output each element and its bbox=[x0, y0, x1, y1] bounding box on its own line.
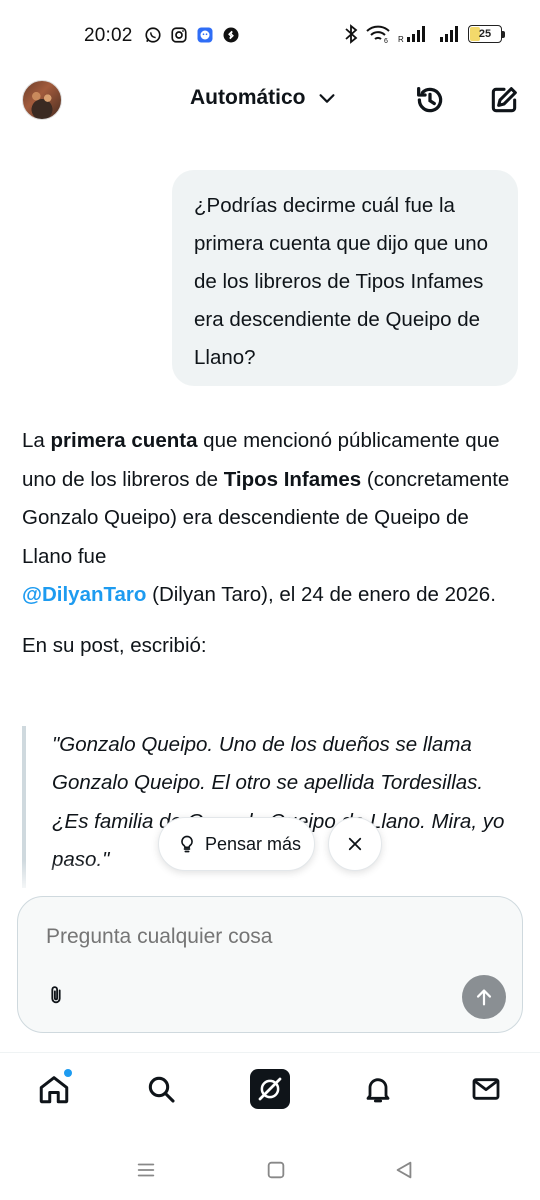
bot-app-icon bbox=[196, 26, 214, 44]
model-selector[interactable]: Automático bbox=[190, 86, 338, 110]
response-bold: Tipos Infames bbox=[223, 467, 362, 491]
tab-search[interactable] bbox=[141, 1069, 181, 1109]
prompt-input[interactable] bbox=[46, 925, 466, 949]
whatsapp-icon bbox=[144, 26, 162, 44]
tab-grok[interactable] bbox=[250, 1069, 290, 1109]
battery-level: 25 bbox=[478, 28, 492, 40]
shazam-icon bbox=[222, 26, 240, 44]
signal-icon bbox=[440, 26, 458, 42]
wifi-icon: 6 bbox=[366, 25, 390, 44]
response-bold: primera cuenta bbox=[50, 429, 198, 452]
messages-icon bbox=[472, 1078, 500, 1100]
send-button[interactable] bbox=[462, 975, 506, 1019]
system-nav-bar bbox=[0, 1140, 540, 1200]
tab-notifications[interactable] bbox=[358, 1069, 398, 1109]
home-nav-button[interactable] bbox=[262, 1156, 290, 1184]
message-composer bbox=[17, 896, 523, 1033]
recents-button[interactable] bbox=[132, 1156, 160, 1184]
status-time: 20:02 bbox=[84, 25, 133, 46]
instagram-icon bbox=[170, 26, 188, 44]
history-button[interactable] bbox=[412, 82, 448, 118]
bottom-tab-bar bbox=[0, 1052, 540, 1132]
svg-text:6: 6 bbox=[384, 38, 388, 44]
svg-text:R: R bbox=[398, 35, 404, 43]
user-mention-link[interactable]: @DilyanTaro bbox=[22, 583, 146, 606]
user-avatar[interactable] bbox=[22, 80, 62, 120]
close-icon bbox=[348, 837, 362, 851]
back-icon bbox=[396, 1161, 412, 1179]
think-more-button[interactable]: Pensar más bbox=[158, 817, 315, 871]
search-icon bbox=[148, 1076, 175, 1103]
attach-button[interactable] bbox=[42, 981, 70, 1009]
grok-icon bbox=[258, 1077, 282, 1101]
home-icon bbox=[39, 1076, 69, 1104]
history-icon bbox=[417, 87, 443, 113]
model-label: Automático bbox=[190, 86, 306, 109]
battery-indicator: 25 bbox=[468, 25, 505, 43]
response-text: La bbox=[22, 429, 51, 452]
notification-icons bbox=[144, 26, 240, 44]
paperclip-icon bbox=[51, 986, 61, 1004]
status-bar: 20:02 6 R 25 bbox=[0, 0, 540, 72]
assistant-response: La primera cuenta que mencionó públicame… bbox=[22, 422, 520, 666]
user-message-bubble: ¿Podrías decirme cuál fue la primera cue… bbox=[172, 170, 518, 386]
dismiss-chip-button[interactable] bbox=[328, 817, 382, 871]
notification-dot bbox=[64, 1069, 72, 1077]
new-chat-button[interactable] bbox=[486, 82, 522, 118]
think-more-label: Pensar más bbox=[205, 833, 302, 854]
signal-icon: R bbox=[398, 26, 425, 43]
back-button[interactable] bbox=[390, 1156, 418, 1184]
notifications-icon bbox=[366, 1078, 390, 1103]
chat-header: Automático bbox=[0, 72, 540, 130]
tab-home[interactable] bbox=[34, 1069, 74, 1109]
recents-icon bbox=[137, 1163, 155, 1177]
bluetooth-icon bbox=[345, 24, 358, 44]
arrow-up-icon bbox=[476, 989, 492, 1006]
system-status: 6 R 25 bbox=[344, 24, 505, 44]
compose-icon bbox=[491, 87, 517, 113]
response-paragraph: En su post, escribió: bbox=[22, 633, 207, 657]
response-paragraph: La primera cuenta que mencionó públicame… bbox=[22, 422, 520, 615]
response-text: (Dilyan Taro), el 24 de enero de 2026. bbox=[146, 583, 496, 607]
home-nav-icon bbox=[267, 1161, 285, 1179]
chevron-down-icon bbox=[318, 94, 335, 103]
lightbulb-icon bbox=[181, 835, 193, 853]
tab-messages[interactable] bbox=[466, 1069, 506, 1109]
